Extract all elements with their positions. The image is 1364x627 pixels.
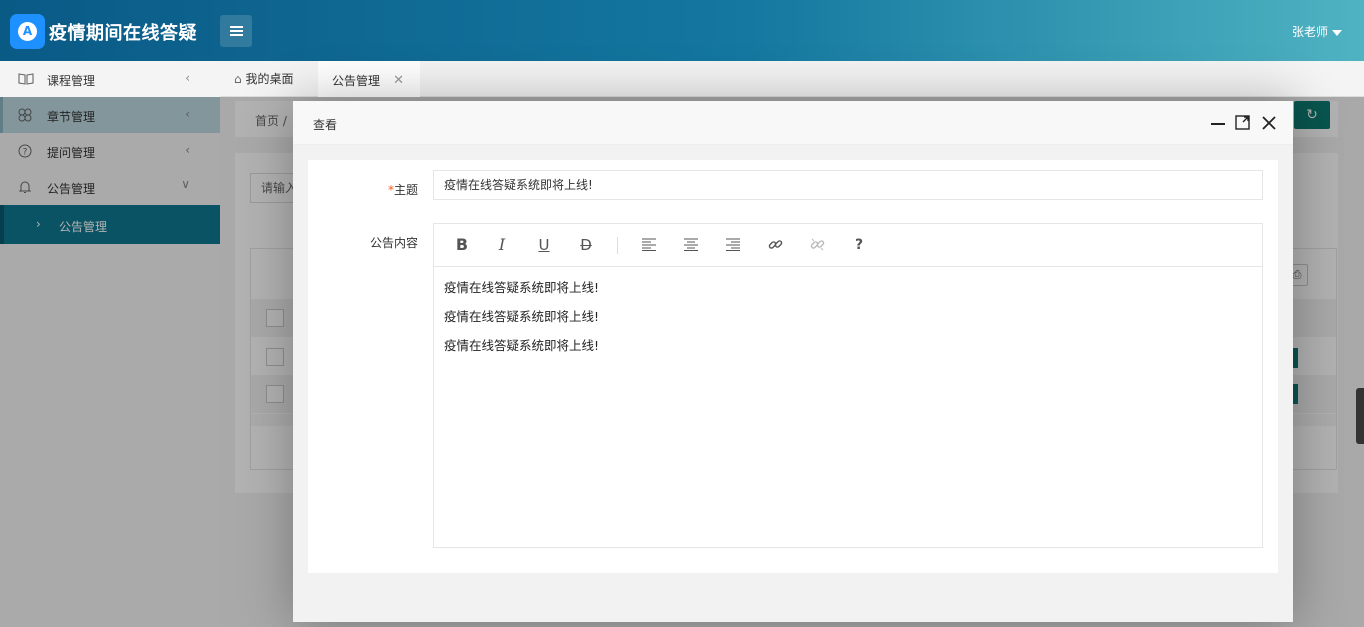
- editor-toolbar: B I U D ?: [434, 224, 1262, 267]
- tab-bar: ⌂ 我的桌面 公告管理 ✕: [220, 61, 1364, 97]
- rich-text-editor[interactable]: B I U D ? 疫情在线答疑系统即将上线! 疫情在线答疑系统即将上线! 疫情…: [433, 223, 1263, 548]
- close-icon[interactable]: [1260, 113, 1278, 131]
- tab-label: 公告管理: [332, 74, 381, 88]
- dialog-header: 查看: [293, 101, 1293, 145]
- subject-label: *主题: [387, 183, 418, 197]
- user-menu[interactable]: 张老师: [1292, 23, 1342, 40]
- tab-desktop[interactable]: ⌂ 我的桌面: [220, 61, 318, 97]
- tab-notice-management[interactable]: 公告管理 ✕: [318, 61, 420, 97]
- dialog-title: 查看: [313, 118, 338, 132]
- dialog-body: *主题 疫情在线答疑系统即将上线! 公告内容 B I U D ? 疫情在线答疑系…: [308, 160, 1278, 573]
- view-dialog: 查看 *主题 疫情在线答疑系统即将上线! 公告内容 B I U D ? 疫情在线…: [293, 101, 1293, 622]
- align-center-icon[interactable]: [679, 234, 703, 256]
- help-icon[interactable]: ?: [847, 234, 871, 256]
- content-label: 公告内容: [369, 236, 418, 250]
- content-line: 疫情在线答疑系统即将上线!: [444, 280, 600, 295]
- home-icon: ⌂: [234, 72, 242, 86]
- side-floating-widget[interactable]: [1356, 388, 1364, 444]
- caret-down-icon: [1332, 29, 1342, 36]
- content-line: 疫情在线答疑系统即将上线!: [444, 338, 600, 353]
- hamburger-icon: [230, 26, 243, 28]
- strikethrough-icon[interactable]: D: [574, 234, 598, 256]
- user-name: 张老师: [1291, 25, 1328, 39]
- underline-icon[interactable]: U: [532, 234, 556, 256]
- editor-content[interactable]: 疫情在线答疑系统即将上线! 疫情在线答疑系统即将上线! 疫情在线答疑系统即将上线…: [444, 278, 1244, 365]
- minimize-icon[interactable]: [1209, 113, 1227, 131]
- subject-field[interactable]: 疫情在线答疑系统即将上线!: [433, 170, 1263, 200]
- toolbar-divider: [617, 237, 618, 254]
- align-right-icon[interactable]: [721, 234, 745, 256]
- unlink-icon[interactable]: [805, 234, 829, 256]
- content-line: 疫情在线答疑系统即将上线!: [444, 309, 600, 324]
- bold-icon[interactable]: B: [450, 234, 474, 256]
- italic-icon[interactable]: I: [490, 234, 514, 256]
- link-icon[interactable]: [763, 234, 787, 256]
- tab-label: 我的桌面: [245, 72, 294, 86]
- menu-toggle-button[interactable]: [220, 15, 252, 47]
- close-icon[interactable]: ✕: [393, 63, 404, 99]
- align-left-icon[interactable]: [637, 234, 661, 256]
- maximize-icon[interactable]: [1234, 113, 1252, 131]
